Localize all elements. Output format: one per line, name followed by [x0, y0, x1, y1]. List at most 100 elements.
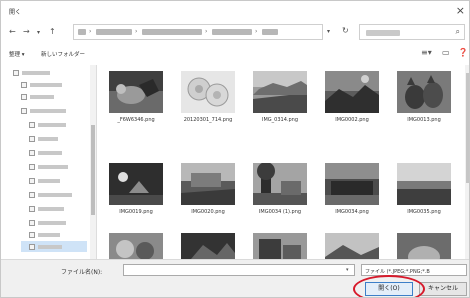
file-item[interactable]: IMG0002.png: [319, 71, 385, 135]
file-name: IMG0034 (1).png: [258, 209, 302, 215]
filetype-value: ファイル (*.JPEG;*.PNG;*.B: [365, 269, 430, 275]
folder-icon: [29, 178, 35, 184]
tree-item[interactable]: [29, 135, 89, 143]
file-name: IMG_0314.png: [262, 117, 298, 123]
window-title: 開く: [9, 9, 22, 16]
tree-item-label: [30, 109, 66, 113]
file-list-scrollbar-thumb[interactable]: [466, 73, 469, 183]
file-list: _F6W6346.png 20120301_714.png IMG_0314.p…: [99, 65, 469, 259]
folder-icon: [29, 192, 35, 198]
tree-item-label: [38, 207, 64, 211]
breadcrumb-item[interactable]: [262, 29, 278, 35]
file-item[interactable]: [103, 233, 169, 259]
tree-item-label: [38, 123, 66, 127]
address-bar[interactable]: › › › ›: [73, 24, 323, 40]
cancel-button[interactable]: キャンセル: [419, 282, 467, 296]
command-bar: 整理 ▾ 新しいフォルダー ≡▾ ▭ ❓: [1, 45, 469, 63]
folder-icon: [21, 82, 27, 88]
file-item[interactable]: IMG0020.png: [175, 163, 241, 227]
tree-item[interactable]: [29, 231, 89, 239]
navigation-pane[interactable]: [3, 65, 97, 259]
file-item[interactable]: [319, 233, 385, 259]
up-icon[interactable]: ↑: [49, 27, 56, 36]
breadcrumb-separator-icon: ›: [89, 28, 92, 35]
file-thumbnail: [397, 233, 451, 259]
file-item[interactable]: IMG0034 (1).png: [247, 163, 313, 227]
tree-item[interactable]: [21, 81, 91, 89]
file-item[interactable]: IMG0019.png: [103, 163, 169, 227]
file-item[interactable]: [391, 233, 457, 259]
tree-item[interactable]: [21, 93, 91, 101]
file-thumbnail: [253, 71, 307, 113]
tree-item-label: [38, 151, 62, 155]
file-item[interactable]: [247, 233, 313, 259]
back-icon[interactable]: ←: [9, 27, 16, 36]
tree-item-label: [22, 71, 50, 75]
tree-item[interactable]: [13, 69, 93, 77]
recent-dropdown-icon[interactable]: ▾: [37, 29, 40, 36]
file-thumbnail: [253, 163, 307, 205]
breadcrumb-item[interactable]: [96, 29, 132, 35]
breadcrumb-separator-icon: ›: [205, 28, 208, 35]
nav-scrollbar[interactable]: [90, 65, 96, 259]
file-item[interactable]: IMG_0314.png: [247, 71, 313, 135]
search-input[interactable]: ⌕: [359, 24, 465, 40]
folder-icon: [21, 94, 27, 100]
refresh-icon[interactable]: ↻: [342, 26, 349, 35]
new-folder-button[interactable]: 新しいフォルダー: [41, 50, 85, 58]
file-item[interactable]: [175, 233, 241, 259]
organize-button[interactable]: 整理 ▾: [9, 50, 25, 58]
title-bar: 開く ×: [1, 1, 469, 21]
nav-scrollbar-thumb[interactable]: [91, 125, 95, 215]
forward-icon[interactable]: →: [23, 27, 30, 36]
tree-item[interactable]: [29, 191, 89, 199]
file-item[interactable]: IMG0035.png: [391, 163, 457, 227]
breadcrumb-separator-icon: ›: [255, 28, 258, 35]
filetype-select[interactable]: ファイル (*.JPEG;*.PNG;*.B: [361, 264, 467, 276]
folder-icon: [29, 220, 35, 226]
file-thumbnail: [181, 163, 235, 205]
file-thumbnail: [109, 163, 163, 205]
file-thumbnail: [397, 71, 451, 113]
file-item[interactable]: IMG0013.png: [391, 71, 457, 135]
folder-icon: [29, 206, 35, 212]
search-icon: ⌕: [455, 27, 460, 36]
breadcrumb-separator-icon: ›: [135, 28, 138, 35]
tree-item[interactable]: [29, 121, 89, 129]
tree-item[interactable]: [29, 205, 89, 213]
file-name: 20120301_714.png: [183, 117, 233, 123]
filename-label: ファイル名(N):: [61, 269, 103, 276]
help-icon[interactable]: ❓: [458, 48, 468, 57]
file-thumbnail: [325, 163, 379, 205]
folder-icon: [29, 150, 35, 156]
open-button[interactable]: 開く(O): [365, 282, 413, 296]
file-item[interactable]: _F6W6346.png: [103, 71, 169, 135]
file-name: _F6W6346.png: [117, 117, 155, 123]
view-options-icon[interactable]: ≡▾: [421, 48, 432, 57]
tree-item[interactable]: [21, 107, 91, 115]
file-item[interactable]: 20120301_714.png: [175, 71, 241, 135]
file-thumbnail: [253, 233, 307, 259]
folder-icon: [21, 108, 27, 114]
tree-item[interactable]: [29, 177, 89, 185]
open-file-dialog: 開く × ← → ▾ ↑ › › › › ▾ ↻ ⌕ 整理 ▾ 新しいフォルダー…: [0, 0, 470, 298]
address-history-icon[interactable]: ▾: [327, 28, 330, 35]
tree-item[interactable]: [29, 243, 89, 251]
filename-history-icon[interactable]: ▾: [346, 267, 349, 273]
tree-item-label: [38, 179, 60, 183]
breadcrumb-item[interactable]: [212, 29, 252, 35]
breadcrumb-item[interactable]: [142, 29, 202, 35]
file-thumbnail: [109, 71, 163, 113]
file-thumbnail: [325, 71, 379, 113]
tree-item[interactable]: [29, 219, 89, 227]
file-list-scrollbar[interactable]: [465, 65, 469, 259]
folder-icon: [29, 136, 35, 142]
file-thumbnail: [397, 163, 451, 205]
close-icon[interactable]: ×: [456, 4, 465, 17]
filename-input[interactable]: [123, 264, 355, 276]
file-item[interactable]: IMG0034.png: [319, 163, 385, 227]
tree-item[interactable]: [29, 149, 89, 157]
preview-pane-icon[interactable]: ▭: [442, 48, 450, 57]
address-row: ← → ▾ ↑ › › › › ▾ ↻ ⌕: [1, 21, 469, 43]
tree-item[interactable]: [29, 163, 89, 171]
